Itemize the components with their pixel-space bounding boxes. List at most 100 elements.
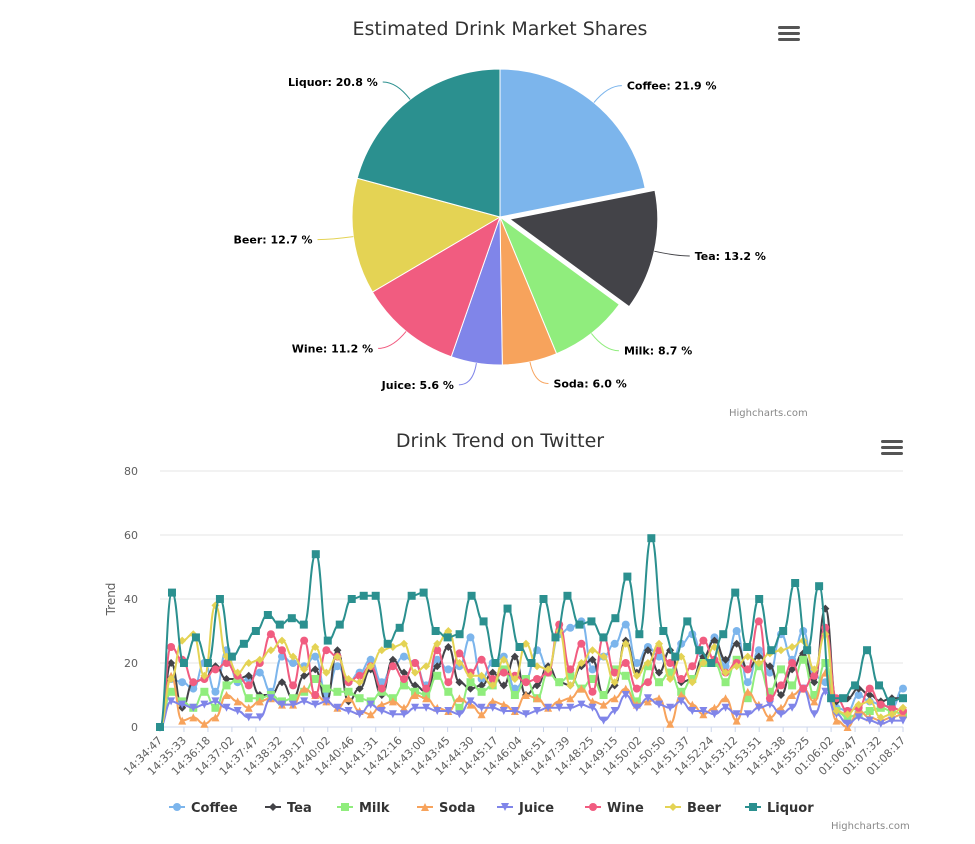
data-point-liquor[interactable] — [383, 639, 392, 648]
data-point-milk[interactable] — [433, 671, 442, 680]
data-point-wine[interactable] — [399, 675, 408, 683]
line-credits[interactable]: Highcharts.com — [831, 821, 910, 832]
legend-item-tea[interactable]: Tea — [265, 801, 312, 816]
data-point-wine[interactable] — [688, 662, 697, 671]
data-point-liquor[interactable] — [695, 646, 704, 655]
data-point-wine[interactable] — [211, 665, 220, 674]
data-point-wine[interactable] — [754, 617, 763, 626]
data-point-liquor[interactable] — [731, 588, 740, 597]
data-point-liquor[interactable] — [335, 620, 344, 629]
data-point-beer[interactable] — [788, 643, 797, 651]
data-point-milk[interactable] — [477, 687, 486, 696]
data-point-milk[interactable] — [222, 681, 231, 690]
data-point-liquor[interactable] — [479, 617, 488, 626]
data-point-milk[interactable] — [721, 678, 730, 687]
data-point-liquor[interactable] — [623, 572, 632, 581]
data-point-beer[interactable] — [777, 646, 786, 655]
data-point-liquor[interactable] — [311, 550, 320, 559]
data-point-milk[interactable] — [444, 687, 453, 696]
data-point-liquor[interactable] — [779, 627, 788, 635]
data-point-milk[interactable] — [311, 675, 320, 683]
data-point-liquor[interactable] — [167, 588, 176, 597]
data-point-liquor[interactable] — [191, 633, 200, 642]
data-point-liquor[interactable] — [875, 681, 884, 690]
data-point-liquor[interactable] — [815, 582, 824, 591]
data-point-milk[interactable] — [200, 687, 209, 696]
data-point-liquor[interactable] — [179, 659, 188, 667]
data-point-liquor[interactable] — [587, 617, 596, 626]
data-point-coffee[interactable] — [444, 665, 453, 674]
data-point-milk[interactable] — [333, 687, 342, 696]
legend-item-soda[interactable]: Soda — [417, 801, 475, 816]
data-point-wine[interactable] — [743, 665, 752, 674]
data-point-juice[interactable] — [810, 710, 819, 719]
data-point-liquor[interactable] — [635, 630, 644, 639]
data-point-liquor[interactable] — [767, 646, 776, 655]
data-point-liquor[interactable] — [467, 591, 476, 600]
data-point-wine[interactable] — [876, 700, 885, 709]
data-point-milk[interactable] — [244, 694, 253, 703]
data-point-liquor[interactable] — [563, 591, 572, 600]
data-point-coffee[interactable] — [399, 652, 408, 661]
pie-credits[interactable]: Highcharts.com — [729, 408, 808, 419]
data-point-coffee[interactable] — [566, 623, 575, 632]
data-point-wine[interactable] — [577, 639, 586, 648]
data-point-coffee[interactable] — [466, 633, 475, 642]
data-point-wine[interactable] — [244, 681, 253, 690]
data-point-wine[interactable] — [699, 636, 708, 645]
data-point-liquor[interactable] — [599, 633, 608, 642]
data-point-milk[interactable] — [510, 691, 519, 699]
data-point-wine[interactable] — [621, 659, 630, 667]
data-point-coffee[interactable] — [621, 620, 630, 629]
data-point-wine[interactable] — [322, 646, 331, 655]
data-point-wine[interactable] — [643, 678, 652, 687]
data-point-liquor[interactable] — [551, 633, 560, 642]
data-point-milk[interactable] — [655, 678, 664, 687]
legend-item-wine[interactable]: Wine — [585, 801, 644, 816]
data-point-liquor[interactable] — [851, 681, 860, 690]
data-point-liquor[interactable] — [647, 534, 656, 543]
data-point-wine[interactable] — [865, 684, 874, 693]
data-point-liquor[interactable] — [527, 659, 536, 667]
data-point-wine[interactable] — [411, 659, 420, 667]
data-point-liquor[interactable] — [215, 595, 224, 603]
data-point-milk[interactable] — [322, 684, 331, 693]
data-point-wine[interactable] — [477, 655, 486, 664]
series-wine[interactable] — [156, 617, 907, 731]
data-point-liquor[interactable] — [887, 697, 896, 706]
data-point-liquor[interactable] — [227, 652, 236, 661]
data-point-wine[interactable] — [632, 684, 641, 693]
data-point-wine[interactable] — [777, 681, 786, 690]
data-point-liquor[interactable] — [299, 620, 308, 629]
data-point-wine[interactable] — [588, 687, 597, 696]
data-point-beer[interactable] — [266, 646, 275, 655]
data-point-wine[interactable] — [300, 636, 309, 645]
data-point-liquor[interactable] — [755, 595, 764, 603]
data-point-liquor[interactable] — [419, 588, 428, 597]
data-point-wine[interactable] — [289, 681, 298, 690]
data-point-wine[interactable] — [799, 684, 808, 693]
legend-item-coffee[interactable]: Coffee — [169, 801, 238, 816]
data-point-liquor[interactable] — [707, 659, 716, 667]
data-point-liquor[interactable] — [863, 646, 872, 655]
data-point-liquor[interactable] — [683, 617, 692, 626]
data-point-wine[interactable] — [521, 678, 530, 687]
data-point-beer[interactable] — [244, 659, 253, 667]
data-point-liquor[interactable] — [203, 659, 212, 667]
data-point-liquor[interactable] — [407, 591, 416, 600]
data-point-wine[interactable] — [765, 694, 774, 703]
data-point-milk[interactable] — [621, 671, 630, 680]
legend-item-milk[interactable]: Milk — [337, 801, 390, 816]
data-point-wine[interactable] — [677, 675, 686, 683]
data-point-liquor[interactable] — [611, 614, 620, 623]
data-point-liquor[interactable] — [371, 591, 380, 600]
data-point-wine[interactable] — [311, 691, 320, 699]
data-point-wine[interactable] — [388, 662, 397, 671]
data-point-liquor[interactable] — [455, 630, 464, 639]
data-point-liquor[interactable] — [515, 643, 524, 651]
data-point-liquor[interactable] — [275, 620, 284, 629]
data-point-coffee[interactable] — [311, 652, 320, 661]
data-point-liquor[interactable] — [719, 630, 728, 639]
data-point-coffee[interactable] — [211, 687, 220, 696]
data-point-coffee[interactable] — [178, 678, 187, 687]
